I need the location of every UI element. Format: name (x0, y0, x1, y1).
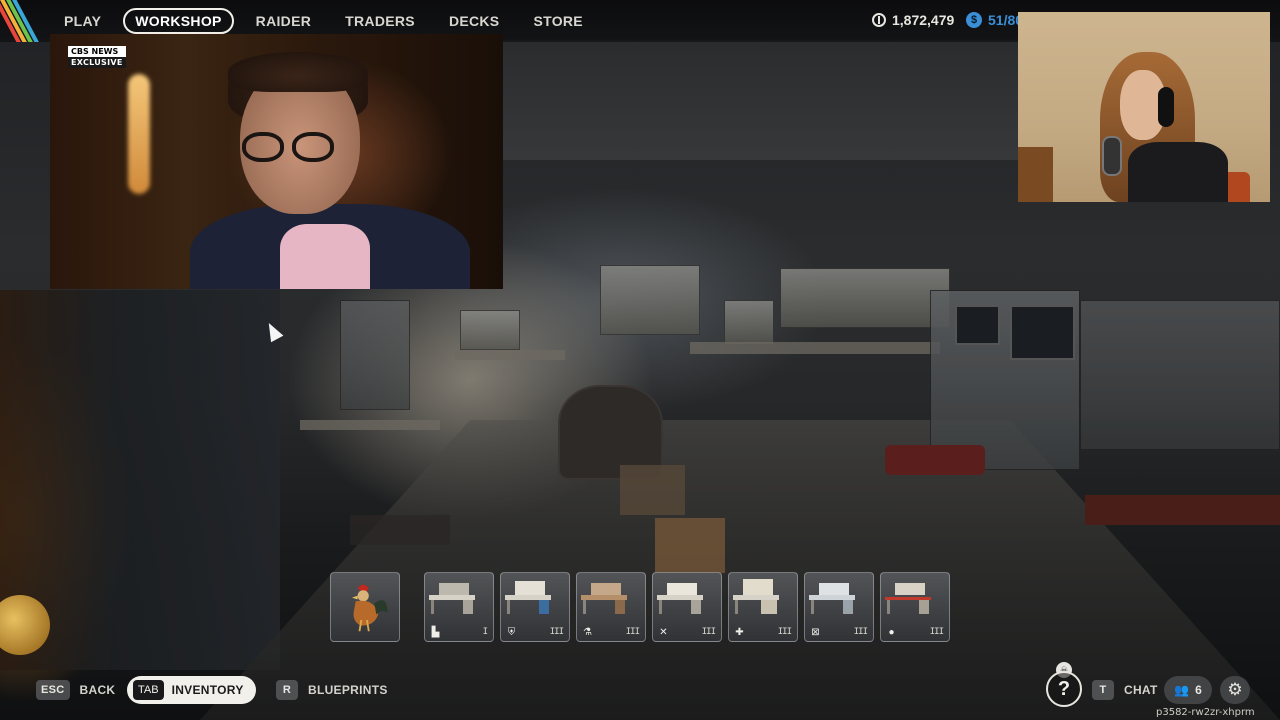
scene-desk (455, 350, 565, 360)
slot-tier: III (625, 627, 640, 637)
slot-rooster[interactable] (330, 572, 400, 642)
scene-right-cabinet (1080, 300, 1280, 450)
slot-gunsmith-bench[interactable]: ⛨ III (500, 572, 570, 642)
webcam-overlay (1018, 12, 1270, 202)
news-video-overlay: CBS NEWS EXCLUSIVE (50, 34, 503, 289)
slot-tier: III (701, 627, 716, 637)
session-id: p3582-rw2zr-xhprm (1156, 707, 1255, 718)
scrappy-bench-thumbnail (657, 583, 703, 614)
stash-icon: ▙ (431, 627, 440, 638)
slot-explosives-bench[interactable]: ⊠ III (804, 572, 874, 642)
news-person-shirt (280, 224, 370, 289)
slot-tier: III (929, 627, 944, 637)
scene-monitor-2 (1010, 305, 1075, 360)
scene-left-desk (300, 420, 440, 430)
medical-cross-icon: ✚ (735, 627, 744, 638)
shield-icon: ⛨ (507, 627, 516, 638)
scene-machine-small (460, 310, 520, 350)
nav-store[interactable]: STORE (521, 8, 594, 34)
utility-bench-thumbnail (885, 583, 931, 614)
slot-tier: III (549, 627, 564, 637)
news-person-glasses (238, 132, 338, 162)
scene-monitor-1 (955, 305, 1000, 345)
bottom-control-bar: ESC BACK TAB INVENTORY R BLUEPRINTS T CH… (0, 672, 1280, 720)
slot-tier: I (482, 627, 489, 637)
medical-bench-thumbnail (733, 579, 779, 614)
scene-ceiling (500, 40, 1020, 160)
news-person-hair-top (228, 52, 368, 92)
grid-icon: ⊠ (811, 627, 820, 638)
party-button[interactable]: 👥 6 (1164, 676, 1212, 704)
news-lamp (128, 74, 150, 194)
nav-raider[interactable]: RAIDER (244, 8, 323, 34)
scene-radio-machine (600, 265, 700, 335)
cam-person-jacket (1128, 142, 1228, 202)
tab-key: TAB (133, 680, 164, 700)
slot-tier: III (853, 627, 868, 637)
cbs-news-badge: CBS NEWS EXCLUSIVE (68, 46, 126, 68)
rainbow-stripes-logo-icon (0, 0, 44, 42)
slot-workbench[interactable]: ▙ I (424, 572, 494, 642)
cam-shelf (1018, 147, 1053, 202)
workshop-item-bar: ▙ I ⛨ III ⚗ III ✕ III ✚ III ⊠ III ● III (330, 572, 952, 642)
coin-icon (872, 13, 886, 27)
slot-tier: III (777, 627, 792, 637)
explosives-bench-thumbnail (809, 583, 855, 614)
token-icon: $ (966, 12, 982, 28)
slot-scrappy-bench[interactable]: ✕ III (652, 572, 722, 642)
nav-workshop[interactable]: WORKSHOP (123, 8, 234, 34)
scene-long-desk (690, 342, 940, 354)
nav-traders[interactable]: TRADERS (333, 8, 427, 34)
back-hint[interactable]: ESC BACK (36, 680, 115, 700)
esc-key: ESC (36, 680, 70, 700)
blueprints-label: BLUEPRINTS (308, 683, 388, 697)
r-key: R (276, 680, 298, 700)
back-label: BACK (79, 683, 116, 697)
blueprints-button[interactable]: R BLUEPRINTS (276, 680, 388, 700)
slot-utility-bench[interactable]: ● III (880, 572, 950, 642)
scene-red-chair (885, 445, 985, 475)
main-nav: PLAY WORKSHOP RAIDER TRADERS DECKS STORE (52, 8, 605, 34)
coin-balance: 1,872,479 (872, 12, 954, 28)
cbs-network-label: CBS NEWS (68, 46, 126, 57)
chat-label: CHAT (1124, 683, 1158, 697)
scene-red-bench (1085, 495, 1280, 525)
flask-icon: ⚗ (583, 627, 592, 638)
people-icon: 👥 (1174, 683, 1190, 697)
inventory-button[interactable]: TAB INVENTORY (127, 676, 256, 704)
slot-gear-bench[interactable]: ⚗ III (576, 572, 646, 642)
help-button[interactable]: ? (1046, 671, 1082, 707)
rooster-icon (352, 584, 388, 632)
scene-side-table (620, 465, 685, 515)
workbench-thumbnail (429, 583, 475, 614)
t-key: T (1092, 680, 1114, 700)
scene-crate (655, 518, 725, 573)
coin-amount: 1,872,479 (892, 12, 955, 28)
grenade-icon: ● (888, 627, 895, 638)
inventory-label: INVENTORY (171, 683, 244, 697)
token-balance: $ 51/80 (966, 12, 1023, 28)
gear-bench-thumbnail (581, 583, 627, 614)
nav-decks[interactable]: DECKS (437, 8, 512, 34)
headphones-icon (1158, 87, 1174, 127)
party-count: 6 (1195, 683, 1202, 697)
microphone-icon (1102, 136, 1122, 176)
scene-stack (340, 300, 410, 410)
scene-tray (350, 515, 450, 545)
nav-play[interactable]: PLAY (52, 8, 113, 34)
settings-gear-icon[interactable]: ⚙ (1220, 676, 1250, 704)
gunsmith-bench-thumbnail (505, 581, 551, 614)
scene-shelf-machine (780, 268, 950, 328)
slot-medical-bench[interactable]: ✚ III (728, 572, 798, 642)
chat-button[interactable]: T CHAT (1092, 680, 1158, 700)
crossed-tools-icon: ✕ (659, 627, 668, 638)
scene-machine-console (724, 300, 774, 345)
exclusive-label: EXCLUSIVE (68, 57, 126, 68)
